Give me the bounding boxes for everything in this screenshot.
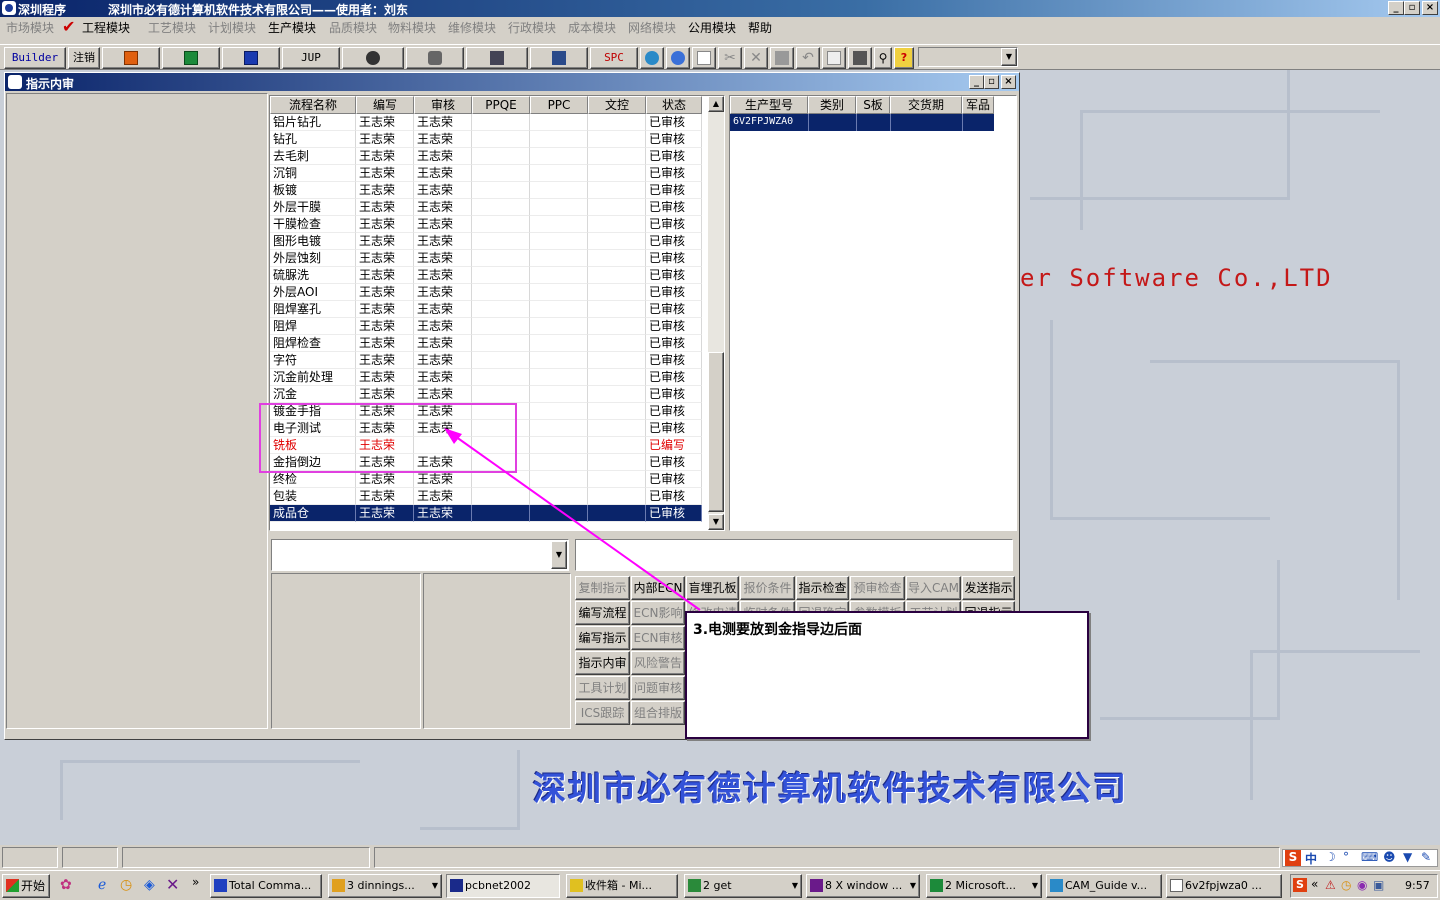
skin-icon[interactable]: ▼ (1403, 850, 1412, 864)
system-tray: S « ⚠ ◷ ◉ ▣ 9:57 (1290, 874, 1438, 898)
task-cam-guide[interactable]: CAM_Guide v... (1046, 874, 1162, 898)
x-quick-icon[interactable]: ✕ (166, 875, 179, 894)
quicklaunch-icon[interactable]: ✿ (60, 877, 72, 893)
status-pane-2 (62, 847, 118, 868)
tray-clock-icon[interactable]: ◷ (1341, 878, 1351, 892)
task-x-window[interactable]: 8 X window ... ▼ (806, 874, 920, 898)
task-microsoft[interactable]: 2 Microsoft... ▼ (926, 874, 1042, 898)
taskbar: 开始 ✿ ℯ ◷ ◈ ✕ » Total Comma... 3 dinnings… (0, 870, 1440, 900)
status-pane-4 (374, 847, 1280, 868)
annotation-callout: 3.电测要放到金指导边后面 (685, 611, 1089, 739)
task-inbox[interactable]: 收件箱 - Mi... (566, 874, 678, 898)
tray-monitor-icon[interactable]: ▣ (1373, 878, 1384, 892)
moon-icon[interactable]: ☽ (1325, 850, 1336, 864)
ime-toolbar[interactable]: S 中 ☽ ° ⌨ ☻ ▼ ✎ (1282, 849, 1438, 867)
clock: 9:57 (1405, 879, 1430, 892)
start-button[interactable]: 开始 (2, 874, 50, 898)
tray-arrow-icon[interactable]: « (1311, 877, 1318, 891)
status-pane-3 (122, 847, 370, 868)
more-icon[interactable]: » (192, 875, 199, 889)
windows-logo-icon (6, 879, 19, 892)
ie-quick-icon[interactable]: ℯ (98, 877, 106, 893)
tray-network-icon[interactable]: ◉ (1357, 878, 1367, 892)
browser-quick-icon[interactable]: ◈ (144, 877, 155, 893)
task-6v2fpjwza0[interactable]: 6v2fpjwza0 ... (1166, 874, 1282, 898)
sogou-icon: S (1285, 850, 1301, 866)
tools-icon[interactable]: ✎ (1421, 850, 1431, 864)
ime-mode[interactable]: 中 (1305, 850, 1317, 867)
task-pcbnet[interactable]: pcbnet2002 (446, 874, 560, 898)
task-dinnings[interactable]: 3 dinnings... ▼ (328, 874, 442, 898)
clock-quick-icon[interactable]: ◷ (120, 877, 132, 893)
start-label: 开始 (21, 879, 46, 893)
sogou-tray-icon[interactable]: S (1293, 878, 1307, 892)
punct-icon[interactable]: ° (1343, 850, 1349, 864)
status-bar: S 中 ☽ ° ⌨ ☻ ▼ ✎ (0, 845, 1440, 870)
user-icon[interactable]: ☻ (1383, 850, 1396, 864)
task-get[interactable]: 2 get ▼ (684, 874, 802, 898)
task-total-commander[interactable]: Total Comma... (210, 874, 322, 898)
annotation-arrow (444, 428, 701, 611)
annotation-text: 3.电测要放到金指导边后面 (693, 622, 863, 638)
status-pane-1 (2, 847, 58, 868)
keyboard-icon[interactable]: ⌨ (1361, 850, 1378, 864)
tray-app-icon[interactable]: ⚠ (1325, 878, 1336, 892)
